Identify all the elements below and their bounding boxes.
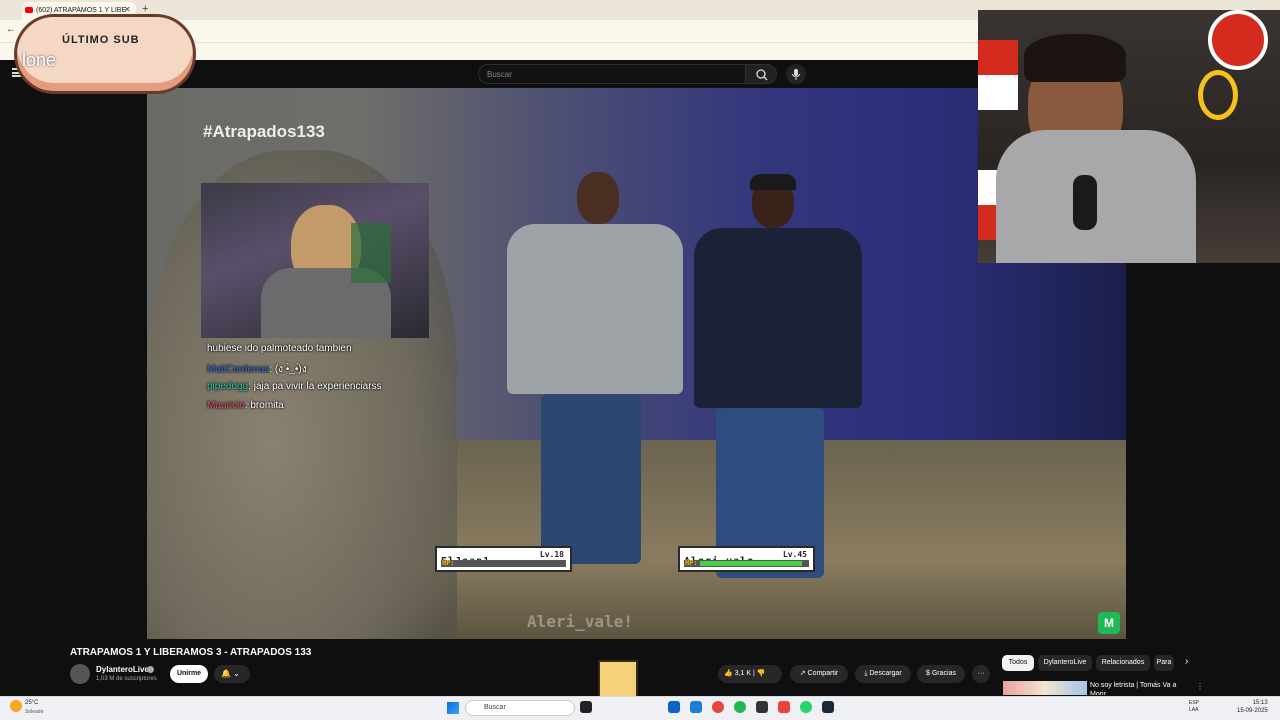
person-right bbox=[690, 170, 862, 610]
steam-icon[interactable] bbox=[822, 701, 834, 713]
whatsapp-icon[interactable] bbox=[800, 701, 812, 713]
like-dislike-button[interactable]: 👍 3,1 K | 👎 bbox=[718, 665, 782, 683]
weather-desc: Soleado bbox=[25, 709, 44, 715]
youtube-favicon-icon bbox=[25, 7, 33, 13]
search-button[interactable] bbox=[745, 64, 777, 84]
channel-avatar[interactable] bbox=[70, 664, 90, 684]
chip-related[interactable]: Relacionados bbox=[1096, 655, 1150, 671]
video-hashtag: #Atrapados133 bbox=[203, 122, 325, 141]
weather-temp: 25°C bbox=[25, 700, 39, 706]
taskbar-search-input[interactable]: Buscar bbox=[465, 700, 575, 716]
recommendation-title[interactable]: No soy letrista | Tomás Va a Morir bbox=[1090, 681, 1182, 695]
chrome-icon[interactable] bbox=[712, 701, 724, 713]
download-button[interactable]: ⤓ Descargar bbox=[855, 665, 911, 683]
search-icon bbox=[756, 69, 768, 81]
weather-icon[interactable] bbox=[10, 700, 22, 712]
recommendation-thumbnail[interactable] bbox=[1003, 681, 1087, 695]
hp-card-right: Aleri_vale Lv.45 HP: bbox=[678, 546, 815, 572]
terminal-icon[interactable] bbox=[756, 701, 768, 713]
join-button[interactable]: Unirme bbox=[170, 665, 208, 683]
hp-level: Lv.18 bbox=[539, 550, 564, 559]
back-button[interactable]: ← bbox=[6, 24, 16, 35]
spotify-icon[interactable] bbox=[734, 701, 746, 713]
hp-bar: HP: bbox=[684, 559, 809, 567]
task-view-icon[interactable] bbox=[580, 701, 592, 713]
hp-level: Lv.45 bbox=[782, 550, 807, 559]
guest-webcam bbox=[201, 183, 429, 338]
last-sub-title: ÚLTIMO SUB bbox=[62, 34, 140, 46]
clock[interactable]: 15:13 15-09-2025 bbox=[1237, 699, 1268, 715]
chip-channel[interactable]: DylanteroLive bbox=[1038, 655, 1092, 671]
clock-date: 15-09-2025 bbox=[1237, 708, 1268, 714]
start-button-icon[interactable] bbox=[447, 702, 459, 714]
chat-message: hubiese ido palmoteado tambien bbox=[207, 343, 352, 354]
clock-time: 15:13 bbox=[1252, 700, 1268, 706]
notification-bell-button[interactable]: 🔔 ⌄ bbox=[214, 665, 250, 683]
chip-all[interactable]: Todos bbox=[1002, 655, 1034, 671]
streamer-webcam bbox=[978, 10, 1280, 263]
chip-for-you[interactable]: Para bbox=[1154, 655, 1174, 671]
store-icon[interactable] bbox=[668, 701, 680, 713]
hp-bar: HP: bbox=[441, 559, 566, 567]
chat-message: Mauricio: bromita bbox=[207, 400, 284, 411]
video-watermark: Aleri_vale! bbox=[527, 612, 633, 631]
voice-search-button[interactable] bbox=[786, 64, 806, 84]
subscriber-count: 1,03 M de suscriptores bbox=[96, 676, 157, 682]
language-indicator[interactable]: ESP LAA bbox=[1189, 700, 1199, 714]
channel-logo-icon: M bbox=[1098, 612, 1120, 634]
tab-close-icon[interactable]: ✕ bbox=[124, 5, 131, 14]
microphone-icon bbox=[791, 69, 801, 80]
thanks-button[interactable]: $ Gracias bbox=[917, 665, 965, 683]
last-sub-name: lone bbox=[22, 50, 57, 70]
app-icon[interactable] bbox=[778, 701, 790, 713]
share-button[interactable]: ↗ Compartir bbox=[790, 665, 848, 683]
verified-icon bbox=[147, 666, 154, 673]
chevron-right-icon[interactable]: › bbox=[1185, 656, 1188, 667]
search-input[interactable]: Buscar bbox=[478, 64, 746, 84]
chat-message: pipedogg: jaja pa vivir la experienciars… bbox=[207, 381, 382, 392]
windows-taskbar bbox=[0, 696, 1280, 720]
hp-card-left: ElJean1 Lv.18 HP: bbox=[435, 546, 572, 572]
channel-name[interactable]: DylanteroLive bbox=[96, 665, 149, 674]
outlook-icon[interactable] bbox=[690, 701, 702, 713]
recommendation-more-icon[interactable]: ⋮ bbox=[1196, 682, 1204, 691]
person-left bbox=[505, 168, 685, 608]
more-actions-button[interactable]: ··· bbox=[972, 665, 990, 683]
tab-title: (602) ATRAPAMOS 1 Y LIBE bbox=[36, 7, 127, 14]
video-title: ATRAPAMOS 1 Y LIBERAMOS 3 - ATRAPADOS 13… bbox=[70, 647, 312, 658]
chat-message: MatiCardenas: (ง •̀_•́)ง bbox=[207, 364, 307, 375]
